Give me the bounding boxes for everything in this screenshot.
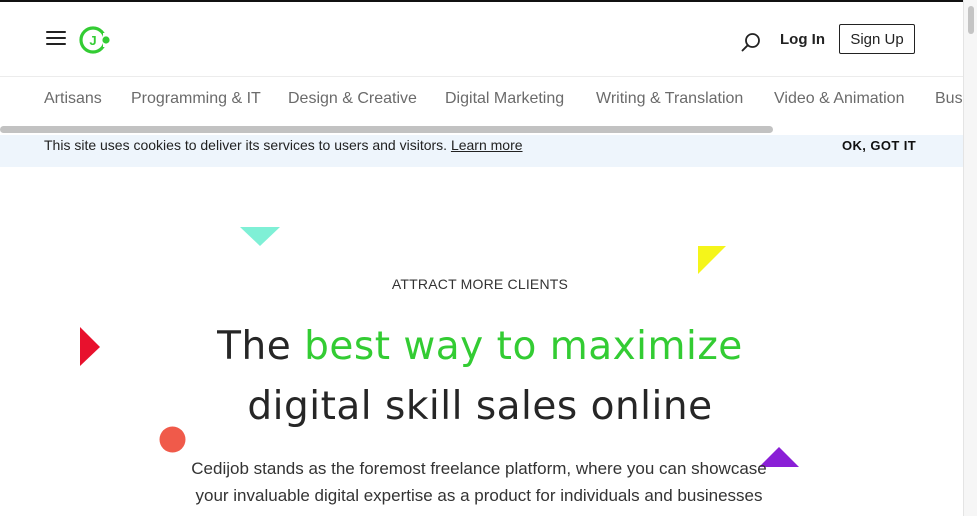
category-item-digital-marketing[interactable]: Digital Marketing (445, 90, 564, 108)
yellow-triangle-shape (698, 246, 726, 274)
logo-letter: J (89, 33, 96, 48)
headline-start: The (217, 324, 292, 369)
category-item-video-animation[interactable]: Video & Animation (774, 90, 904, 108)
signup-button[interactable]: Sign Up (839, 24, 915, 54)
cookie-message-text: This site uses cookies to deliver its se… (44, 137, 448, 153)
category-item-artisans[interactable]: Artisans (44, 90, 102, 108)
category-nav-scrollbar[interactable] (0, 126, 773, 133)
learn-more-link[interactable]: Learn more (451, 137, 523, 153)
hamburger-menu-icon[interactable] (46, 30, 66, 46)
category-nav: Artisans Programming & IT Design & Creat… (0, 78, 963, 123)
cookie-message: This site uses cookies to deliver its se… (44, 137, 523, 153)
search-icon[interactable] (739, 30, 763, 54)
category-item-business[interactable]: Bus (935, 90, 963, 108)
mint-triangle-shape (240, 227, 280, 246)
page-scrollbar-thumb[interactable] (968, 6, 974, 34)
category-item-design-creative[interactable]: Design & Creative (288, 90, 417, 108)
headline-accent: best way to maximize (304, 324, 743, 369)
hero-section: ATTRACT MORE CLIENTS The best way to max… (0, 167, 963, 516)
cookie-accept-button[interactable]: OK, GOT IT (842, 138, 916, 153)
site-header: J Log In Sign Up (0, 2, 963, 77)
headline-end: digital skill sales online (247, 384, 713, 429)
hero-headline: The best way to maximize digital skill s… (0, 317, 960, 437)
hero-eyebrow: ATTRACT MORE CLIENTS (391, 276, 569, 292)
category-item-programming-it[interactable]: Programming & IT (131, 90, 261, 108)
cookie-banner: This site uses cookies to deliver its se… (0, 135, 963, 167)
hero-description: Cedijob stands as the foremost freelance… (191, 459, 767, 516)
login-link[interactable]: Log In (780, 31, 825, 48)
category-item-writing-translation[interactable]: Writing & Translation (596, 90, 743, 108)
cedijob-logo-icon[interactable]: J (79, 23, 111, 57)
page-scrollbar[interactable] (963, 0, 977, 516)
